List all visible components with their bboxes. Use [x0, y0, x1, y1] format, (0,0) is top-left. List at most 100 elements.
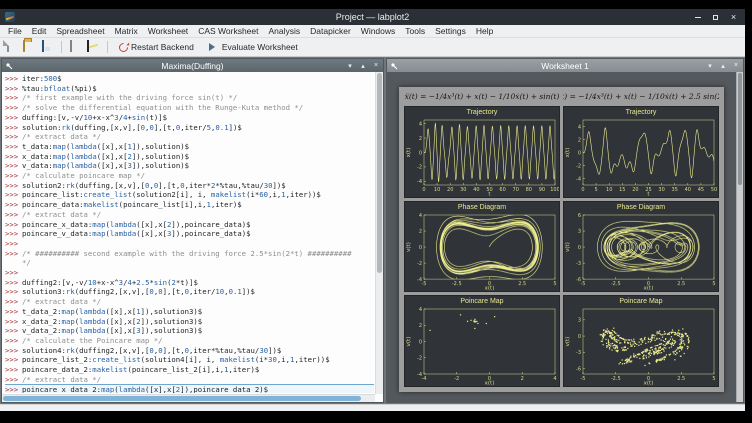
- pin-icon[interactable]: [5, 62, 13, 70]
- maxima-session-view[interactable]: >>>iter:500$>>>%tau:bfloat(%pi)$>>>/* fi…: [2, 72, 383, 402]
- code-text: poincare_v_data:map(lambda([x],x[3]),poi…: [22, 229, 251, 239]
- code-line[interactable]: >>>/* calculate poincare map */: [5, 171, 374, 181]
- code-line[interactable]: >>>poincare_data:makelist(poincare_list[…: [5, 200, 374, 210]
- worksheet-titlebar[interactable]: Worksheet 1 ▾ ▴ ×: [387, 59, 743, 72]
- plot-trajectory-1[interactable]: Trajectory: [404, 106, 560, 198]
- plot-phase-diagram-2[interactable]: Phase Diagram: [563, 201, 719, 293]
- maxima-prompt: >>>: [5, 210, 22, 220]
- code-line[interactable]: >>>x_data:map(lambda([x],x[2]),solution)…: [5, 152, 374, 162]
- menu-item-windows[interactable]: Windows: [356, 26, 400, 36]
- worksheet-subwindow: Worksheet 1 ▾ ▴ × ẍ(t) = −1/4x³(t) + x(…: [386, 58, 744, 403]
- close-subwindow-icon[interactable]: ×: [732, 62, 740, 69]
- code-line[interactable]: >>>/* calculate the Poincare map */: [5, 336, 374, 346]
- maxima-prompt: >>>: [5, 287, 22, 297]
- code-text: poincare_x_data_2:map(lambda([x],x[2]),p…: [22, 385, 268, 394]
- code-line[interactable]: >>>x_data_2:map(lambda([x],x[2]),solutio…: [5, 317, 374, 327]
- plot-trajectory-2[interactable]: Trajectory: [563, 106, 719, 198]
- code-line[interactable]: >>>t_data:map(lambda([x],x[1]),solution)…: [5, 142, 374, 152]
- code-text: v_data:map(lambda([x],x[3]),solution)$: [22, 161, 189, 171]
- maxima-prompt: >>>: [5, 152, 22, 162]
- code-line[interactable]: */: [5, 258, 374, 268]
- close-subwindow-icon[interactable]: ×: [372, 62, 380, 69]
- code-line[interactable]: >>>poincare_data_2:makelist(poincare_lis…: [5, 365, 374, 375]
- maxima-window-buttons: ▾ ▴ ×: [346, 62, 380, 70]
- menu-item-worksheet[interactable]: Worksheet: [143, 26, 193, 36]
- restore-icon[interactable]: ▴: [359, 62, 367, 70]
- maxima-window-title: Maxima(Duffing): [2, 61, 383, 71]
- maximize-icon[interactable]: [711, 13, 720, 22]
- maxima-titlebar[interactable]: Maxima(Duffing) ▾ ▴ ×: [2, 59, 383, 72]
- new-worksheet-icon[interactable]: [87, 41, 100, 54]
- maxima-prompt: >>>: [5, 123, 22, 133]
- code-line[interactable]: >>>/* solve the differential equation wi…: [5, 103, 374, 113]
- scrollbar-thumb[interactable]: [738, 73, 742, 185]
- code-line[interactable]: >>>solution:rk(duffing,[x,v],[0,0],[t,0,…: [5, 123, 374, 133]
- new-spreadsheet-icon[interactable]: [69, 41, 82, 54]
- code-line[interactable]: >>>poincare_x_data:map(lambda([x],x[2]),…: [5, 220, 374, 230]
- restart-backend-label: Restart Backend: [131, 42, 194, 52]
- code-line[interactable]: >>>iter:500$: [5, 74, 374, 84]
- menu-item-analysis[interactable]: Analysis: [264, 26, 306, 36]
- new-document-icon[interactable]: [5, 41, 18, 54]
- menu-item-edit[interactable]: Edit: [27, 26, 52, 36]
- code-line[interactable]: >>>%tau:bfloat(%pi)$: [5, 84, 374, 94]
- code-line[interactable]: >>>poincare_list_2:create_list(solution4…: [5, 355, 374, 365]
- window-titlebar[interactable]: Project — labplot2 ×: [0, 9, 745, 25]
- evaluate-worksheet-button[interactable]: Evaluate Worksheet: [203, 41, 302, 53]
- code-line[interactable]: >>>v_data_2:map(lambda([x],x[3]),solutio…: [5, 326, 374, 336]
- save-icon[interactable]: [41, 41, 54, 54]
- maxima-prompt: >>>: [5, 239, 22, 249]
- code-line[interactable]: >>>v_data:map(lambda([x],x[3]),solution)…: [5, 161, 374, 171]
- worksheet-view[interactable]: ẍ(t) = −1/4x³(t) + x(t) − 1/10ẋ(t) + s…: [387, 72, 743, 402]
- code-line[interactable]: >>>: [5, 239, 374, 249]
- menu-bar: FileEditSpreadsheetMatrixWorksheetCAS Wo…: [0, 25, 745, 38]
- menu-item-help[interactable]: Help: [471, 26, 498, 36]
- code-line[interactable]: >>>poincare_v_data:map(lambda([x],x[3]),…: [5, 229, 374, 239]
- maxima-horizontal-scrollbar[interactable]: [2, 394, 375, 402]
- maxima-prompt: >>>: [5, 229, 22, 239]
- code-line[interactable]: >>>solution2:rk(duffing,[x,v],[0,0],[t,0…: [5, 181, 374, 191]
- code-line[interactable]: >>>duffing:[v,-v/10+x-x^3/4+sin(t)]$: [5, 113, 374, 123]
- scrollbar-thumb[interactable]: [3, 396, 361, 401]
- plot-phase-diagram-1[interactable]: Phase Diagram: [404, 201, 560, 293]
- menu-item-matrix[interactable]: Matrix: [110, 26, 143, 36]
- scrollbar-thumb[interactable]: [377, 73, 382, 273]
- shade-icon[interactable]: ▾: [706, 62, 714, 70]
- open-folder-icon[interactable]: [23, 41, 36, 54]
- worksheet-vertical-scrollbar[interactable]: [736, 72, 743, 402]
- code-line[interactable]: >>>: [5, 268, 374, 278]
- code-line[interactable]: >>>poincare_list:create_list(solution2[i…: [5, 190, 374, 200]
- code-line[interactable]: >>>/* extract data */: [5, 297, 374, 307]
- menu-item-spreadsheet[interactable]: Spreadsheet: [51, 26, 109, 36]
- code-line[interactable]: >>>/* extract data */: [5, 210, 374, 220]
- menu-item-settings[interactable]: Settings: [430, 26, 471, 36]
- code-line[interactable]: >>>duffing2:[v,-v/10+x-x^3/4+2.5*sin(2*t…: [5, 278, 374, 288]
- code-text: poincare_data_2:makelist(poincare_list_2…: [22, 365, 259, 375]
- code-area[interactable]: >>>iter:500$>>>%tau:bfloat(%pi)$>>>/* fi…: [5, 74, 374, 393]
- menu-item-cas-worksheet[interactable]: CAS Worksheet: [193, 26, 263, 36]
- menu-item-datapicker[interactable]: Datapicker: [305, 26, 356, 36]
- pin-icon[interactable]: [390, 62, 398, 70]
- code-line[interactable]: >>>/* extract data */: [5, 132, 374, 142]
- plot-poincare-map-1[interactable]: Poincare Map: [404, 295, 560, 387]
- code-line[interactable]: >>>/* first example with the driving for…: [5, 93, 374, 103]
- shade-icon[interactable]: ▾: [346, 62, 354, 70]
- code-line[interactable]: >>>/* extract data */: [5, 375, 374, 385]
- code-line[interactable]: >>>/* ########## second example with the…: [5, 249, 374, 259]
- code-line[interactable]: >>>solution3:rk(duffing2,[x,v],[0,0],[t,…: [5, 287, 374, 297]
- restart-backend-button[interactable]: Restart Backend: [115, 41, 198, 53]
- plot-poincare-map-2[interactable]: Poincare Map: [563, 295, 719, 387]
- maxima-prompt: >>>: [5, 103, 22, 113]
- maxima-vertical-scrollbar[interactable]: [375, 72, 383, 394]
- minimize-icon[interactable]: [693, 13, 702, 22]
- menu-item-tools[interactable]: Tools: [400, 26, 430, 36]
- code-text: solution3:rk(duffing2,[x,v],[0,0],[t,0,i…: [22, 287, 255, 297]
- code-line[interactable]: >>>t_data_2:map(lambda([x],x[1]),solutio…: [5, 307, 374, 317]
- labplot-app-icon: [5, 12, 15, 22]
- menu-item-file[interactable]: File: [3, 26, 27, 36]
- code-text: /* calculate poincare map */: [22, 171, 145, 181]
- restore-icon[interactable]: ▴: [719, 62, 727, 70]
- close-icon[interactable]: ×: [729, 13, 738, 22]
- code-line[interactable]: >>>solution4:rk(duffing2,[x,v],[0,0],[t,…: [5, 346, 374, 356]
- code-line[interactable]: >>>poincare_x_data_2:map(lambda([x],x[2]…: [5, 385, 374, 394]
